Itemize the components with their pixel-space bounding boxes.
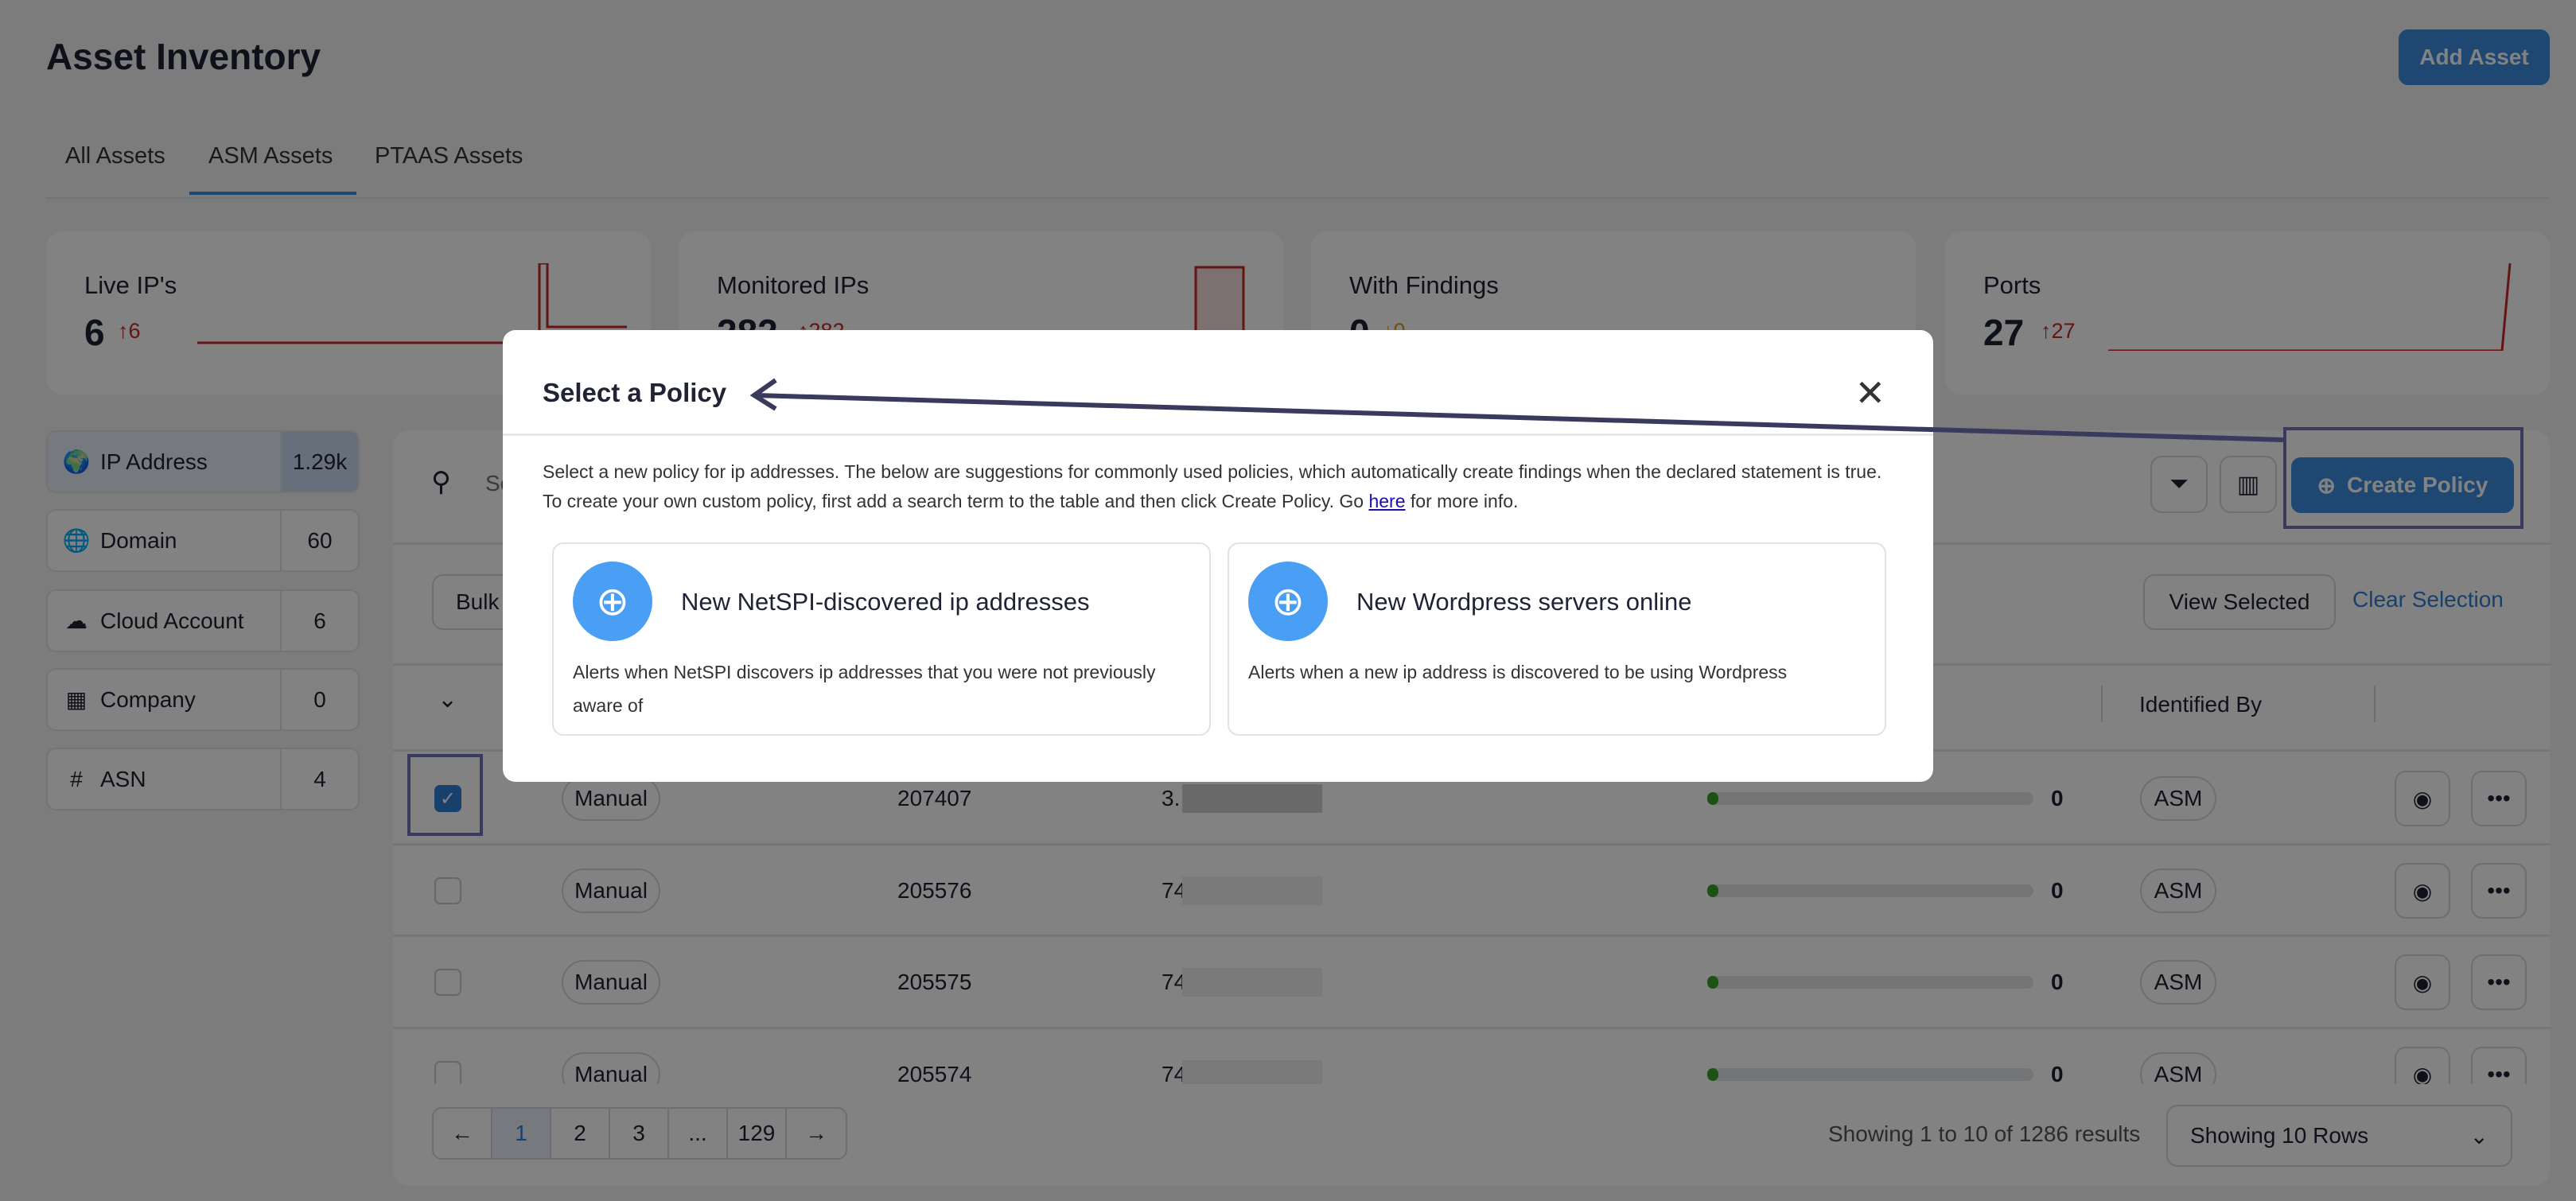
annotation-arrow	[749, 378, 2284, 442]
